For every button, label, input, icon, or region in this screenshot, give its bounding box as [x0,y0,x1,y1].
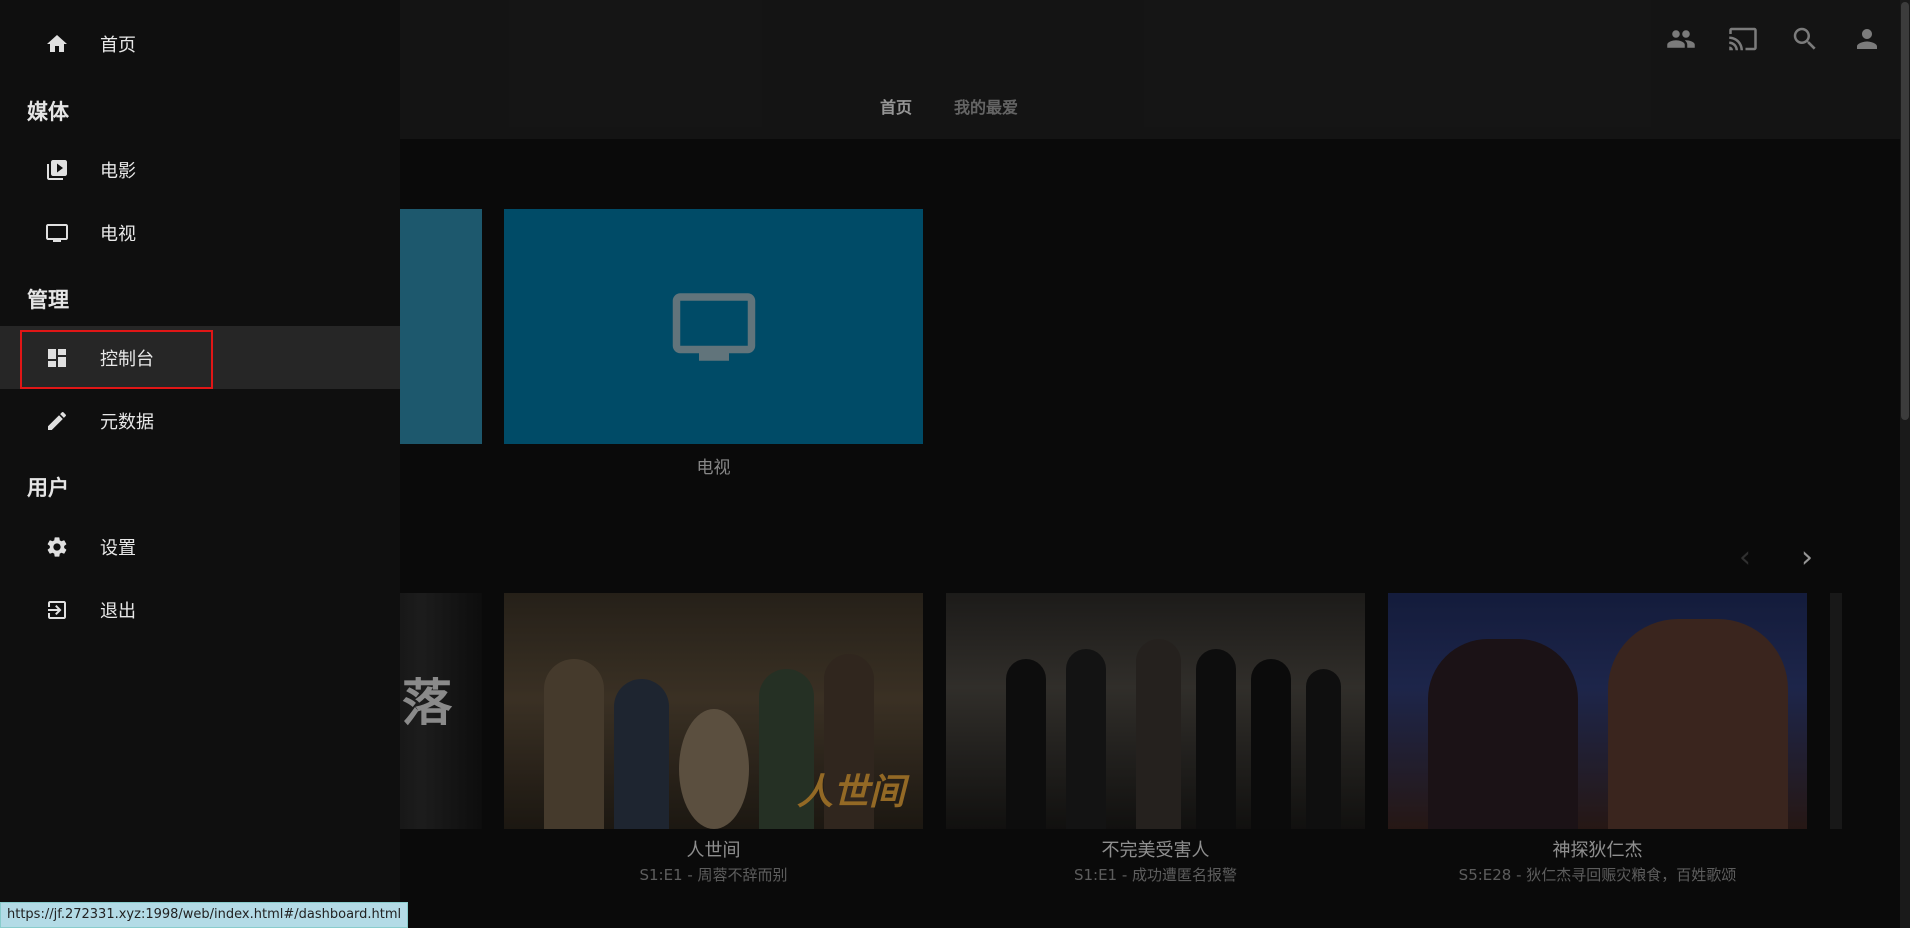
drawer-item-label: 元数据 [100,411,154,433]
tv-icon [44,220,70,246]
drawer-item-settings[interactable]: 设置 [0,515,400,578]
section-header-media: 媒体 [27,100,69,124]
drawer-item-label: 控制台 [100,348,154,370]
drawer-item-movies[interactable]: 电影 [0,138,400,201]
drawer-item-label: 电视 [100,223,136,245]
drawer-item-label: 设置 [100,537,136,559]
dashboard-icon [44,345,70,371]
gear-icon [44,534,70,560]
section-header-admin: 管理 [27,288,69,312]
drawer-item-tv[interactable]: 电视 [0,201,400,264]
video-library-icon [44,157,70,183]
edit-icon [44,408,70,434]
scrollbar-thumb[interactable] [1901,2,1909,420]
drawer-item-label: 首页 [100,34,136,56]
status-url-tooltip: https://jf.272331.xyz:1998/web/index.htm… [0,902,409,928]
drawer-item-label: 退出 [100,600,136,622]
page-scrollbar[interactable] [1900,0,1910,928]
drawer-item-home[interactable]: 首页 [0,12,400,75]
exit-icon [44,597,70,623]
drawer-item-signout[interactable]: 退出 [0,578,400,641]
drawer-item-metadata[interactable]: 元数据 [0,389,400,452]
navigation-drawer: 首页 媒体 电影 电视 管理 控制台 元数据 用户 设置 退出 [0,0,400,928]
drawer-item-label: 电影 [100,160,136,182]
drawer-item-dashboard[interactable]: 控制台 [0,326,400,389]
home-icon [44,31,70,57]
section-header-user: 用户 [27,476,69,500]
